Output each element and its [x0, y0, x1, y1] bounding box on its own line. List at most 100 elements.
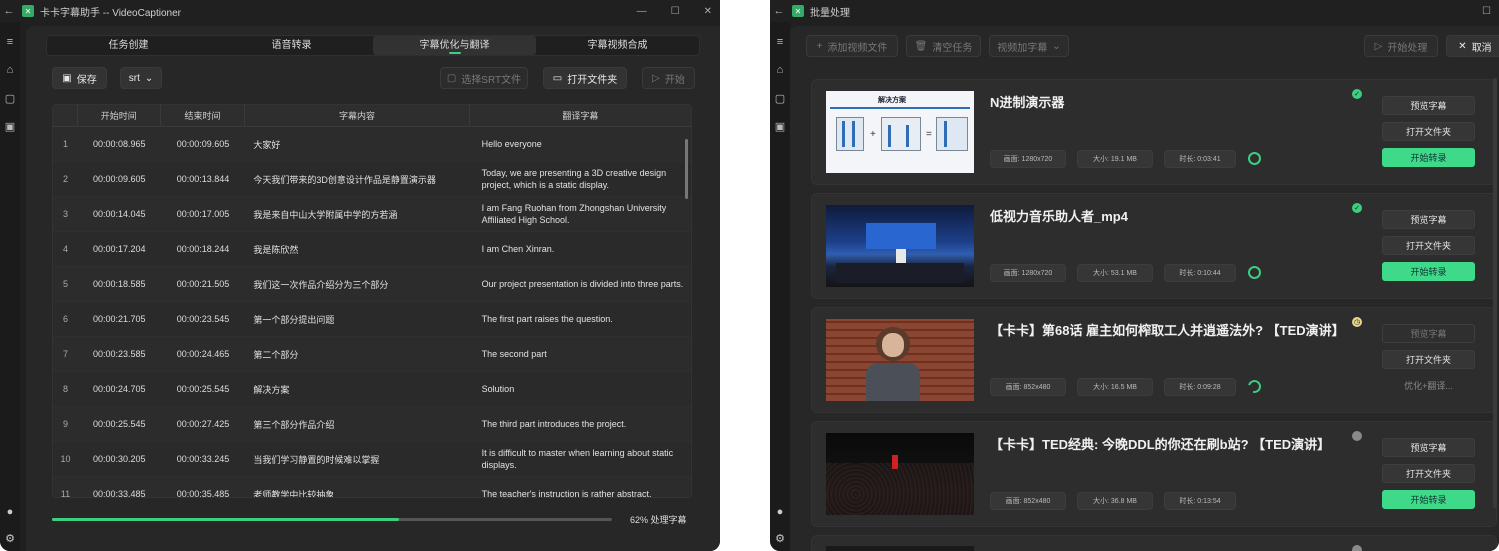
github-icon[interactable]: ●: [777, 506, 784, 518]
close-icon: ✕: [1458, 40, 1467, 52]
row-subtitle-text[interactable]: 我是来自中山大学附属中学的方若涵: [245, 197, 469, 231]
status-processing-icon: ◷: [1352, 317, 1362, 327]
preview-subtitle-button[interactable]: 预览字幕: [1382, 324, 1475, 343]
mode-select[interactable]: 视频加字幕 ⌄: [989, 35, 1069, 57]
row-translation[interactable]: Hello everyone: [470, 127, 691, 161]
table-row[interactable]: 8 00:00:24.705 00:00:25.545 解决方案 Solution: [53, 372, 691, 407]
open-folder-button[interactable]: 打开文件夹: [1382, 236, 1475, 255]
row-subtitle-text[interactable]: 第一个部分提出问题: [245, 302, 469, 336]
row-translation[interactable]: The second part: [470, 337, 691, 371]
row-subtitle-text[interactable]: 大家好: [245, 127, 469, 161]
row-translation[interactable]: It is difficult to master when learning …: [470, 442, 691, 476]
open-folder-button[interactable]: 打开文件夹: [1382, 122, 1475, 141]
row-start-time: 00:00:14.045: [93, 209, 146, 219]
table-row[interactable]: 2 00:00:09.605 00:00:13.844 今天我们带来的3D创意设计作品…: [53, 162, 691, 197]
document-icon[interactable]: ▢: [2, 90, 18, 106]
table-row[interactable]: 7 00:00:23.585 00:00:24.465 第二个部分 The second…: [53, 337, 691, 372]
table-row[interactable]: 3 00:00:14.045 00:00:17.005 我是来自中山大学附属中学的方若…: [53, 197, 691, 232]
row-subtitle-text[interactable]: 今天我们带来的3D创意设计作品是静置演示器: [245, 162, 469, 196]
thumbnail-heading: 解决方案: [878, 97, 906, 104]
row-translation[interactable]: I am Chen Xinran.: [470, 232, 691, 266]
titlebar: ← ✕ 批量处理 ☐: [770, 0, 1499, 22]
row-subtitle-text[interactable]: 第二个部分: [245, 337, 469, 371]
duration-chip: 时长: 0:13:54: [1164, 492, 1236, 510]
row-subtitle-text[interactable]: 第三个部分作品介绍: [245, 407, 469, 441]
table-row[interactable]: 5 00:00:18.585 00:00:21.505 我们这一次作品介绍分为三个部分…: [53, 267, 691, 302]
row-start-time: 00:00:08.965: [93, 139, 146, 149]
github-icon[interactable]: ●: [7, 506, 14, 518]
row-subtitle-text[interactable]: 解决方案: [245, 372, 469, 406]
maximize-icon[interactable]: ☐: [671, 6, 680, 17]
size-chip: 大小: 19.1 MB: [1077, 150, 1153, 168]
tab-transcribe[interactable]: 语音转录: [210, 36, 373, 55]
table-row[interactable]: 4 00:00:17.204 00:00:18.244 我是陈欣然 I am Chen …: [53, 232, 691, 267]
row-translation[interactable]: Today, we are presenting a 3D creative d…: [470, 162, 691, 196]
start-transcribe-button[interactable]: 开始转录: [1382, 148, 1475, 167]
maximize-icon[interactable]: ☐: [1482, 6, 1491, 17]
open-folder-button[interactable]: ▭ 打开文件夹: [543, 67, 627, 89]
row-translation[interactable]: Our project presentation is divided into…: [470, 267, 691, 301]
table-row[interactable]: 9 00:00:25.545 00:00:27.425 第三个部分作品介绍 The th…: [53, 407, 691, 442]
home-icon[interactable]: ⌂: [2, 62, 18, 78]
tab-optimize-translate[interactable]: 字幕优化与翻译: [373, 36, 536, 55]
open-folder-button[interactable]: 打开文件夹: [1382, 464, 1475, 483]
clear-tasks-button[interactable]: 🗑 清空任务: [906, 35, 981, 57]
back-arrow-icon[interactable]: ←: [0, 5, 18, 17]
row-translation[interactable]: The teacher's instruction is rather abst…: [470, 477, 691, 497]
gear-icon[interactable]: ⚙: [775, 532, 785, 545]
subtitle-icon[interactable]: ▣: [772, 118, 788, 134]
open-folder-button[interactable]: 打开文件夹: [1382, 350, 1475, 369]
start-processing-button[interactable]: ▷ 开始处理: [1364, 35, 1438, 57]
document-icon[interactable]: ▢: [772, 90, 788, 106]
resolution-chip: 画面: 1280x720: [990, 150, 1066, 168]
select-srt-button[interactable]: ▢ 选择SRT文件: [440, 67, 528, 89]
preview-subtitle-button[interactable]: 预览字幕: [1382, 96, 1475, 115]
table-row[interactable]: 6 00:00:21.705 00:00:23.545 第一个部分提出问题 The fi…: [53, 302, 691, 337]
row-translation[interactable]: I am Fang Ruohan from Zhongshan Universi…: [470, 197, 691, 231]
menu-icon[interactable]: ≡: [2, 34, 18, 50]
gear-icon[interactable]: ⚙: [5, 532, 15, 545]
home-icon[interactable]: ⌂: [772, 62, 788, 78]
row-index: 6: [62, 314, 68, 324]
table-row[interactable]: 1 00:00:08.965 00:00:09.605 大家好 Hello everyo…: [53, 127, 691, 162]
progress-label: 62% 处理字幕: [630, 515, 687, 525]
folder-icon: ▭: [552, 72, 563, 84]
table-scrollbar[interactable]: [685, 139, 688, 199]
batch-scrollbar[interactable]: [1493, 78, 1497, 508]
close-icon[interactable]: ✕: [704, 6, 712, 17]
task-card: 解决方案 + = N进制演示器 画面: 1280x720 大小: 19.1 MB…: [811, 79, 1497, 185]
preview-subtitle-button[interactable]: 预览字幕: [1382, 210, 1475, 229]
row-end-time: 00:00:27.425: [176, 419, 230, 429]
row-translation[interactable]: The first part raises the question.: [470, 302, 691, 336]
format-select[interactable]: srt ⌄: [120, 67, 162, 89]
menu-icon[interactable]: ≡: [772, 34, 788, 50]
row-start-time: 00:00:18.585: [93, 279, 146, 289]
row-subtitle-text[interactable]: 老师教学中比较抽象: [245, 477, 469, 498]
table-row[interactable]: 10 00:00:30.205 00:00:33.245 当我们学习静置的时候难以掌握…: [53, 442, 691, 477]
start-transcribe-button[interactable]: 开始转录: [1382, 490, 1475, 509]
add-video-button[interactable]: + 添加视频文件: [806, 35, 898, 57]
save-button[interactable]: ▣ 保存: [52, 67, 107, 89]
row-subtitle-text[interactable]: 我是陈欣然: [245, 232, 469, 266]
tab-task-create[interactable]: 任务创建: [47, 36, 210, 55]
status-waiting-icon: [1352, 431, 1362, 441]
row-subtitle-text[interactable]: 我们这一次作品介绍分为三个部分: [245, 267, 469, 301]
row-translation[interactable]: Solution: [470, 372, 691, 406]
row-subtitle-text[interactable]: 当我们学习静置的时候难以掌握: [245, 442, 469, 476]
row-end-time: 00:00:21.505: [176, 279, 230, 289]
minimize-icon[interactable]: —: [637, 6, 647, 17]
table-row[interactable]: 11 00:00:33.485 00:00:35.485 老师教学中比较抽象 The t…: [53, 477, 691, 498]
preview-subtitle-button[interactable]: 预览字幕: [1382, 438, 1475, 457]
row-translation[interactable]: The third part introduces the project.: [470, 407, 691, 441]
progress-bar: [52, 518, 612, 521]
cancel-button[interactable]: ✕ 取消: [1446, 35, 1499, 57]
start-button[interactable]: ▷ 开始: [642, 67, 695, 89]
start-transcribe-button[interactable]: 开始转录: [1382, 262, 1475, 281]
subtitle-icon[interactable]: ▣: [2, 118, 18, 134]
progress-ring-icon: [1248, 152, 1261, 165]
tab-video-synthesis[interactable]: 字幕视频合成: [536, 36, 699, 55]
app-logo-icon: ✕: [22, 5, 34, 17]
status-done-icon: ✓: [1352, 89, 1362, 99]
back-arrow-icon[interactable]: ←: [770, 5, 788, 17]
video-title: N进制演示器: [990, 95, 1065, 110]
